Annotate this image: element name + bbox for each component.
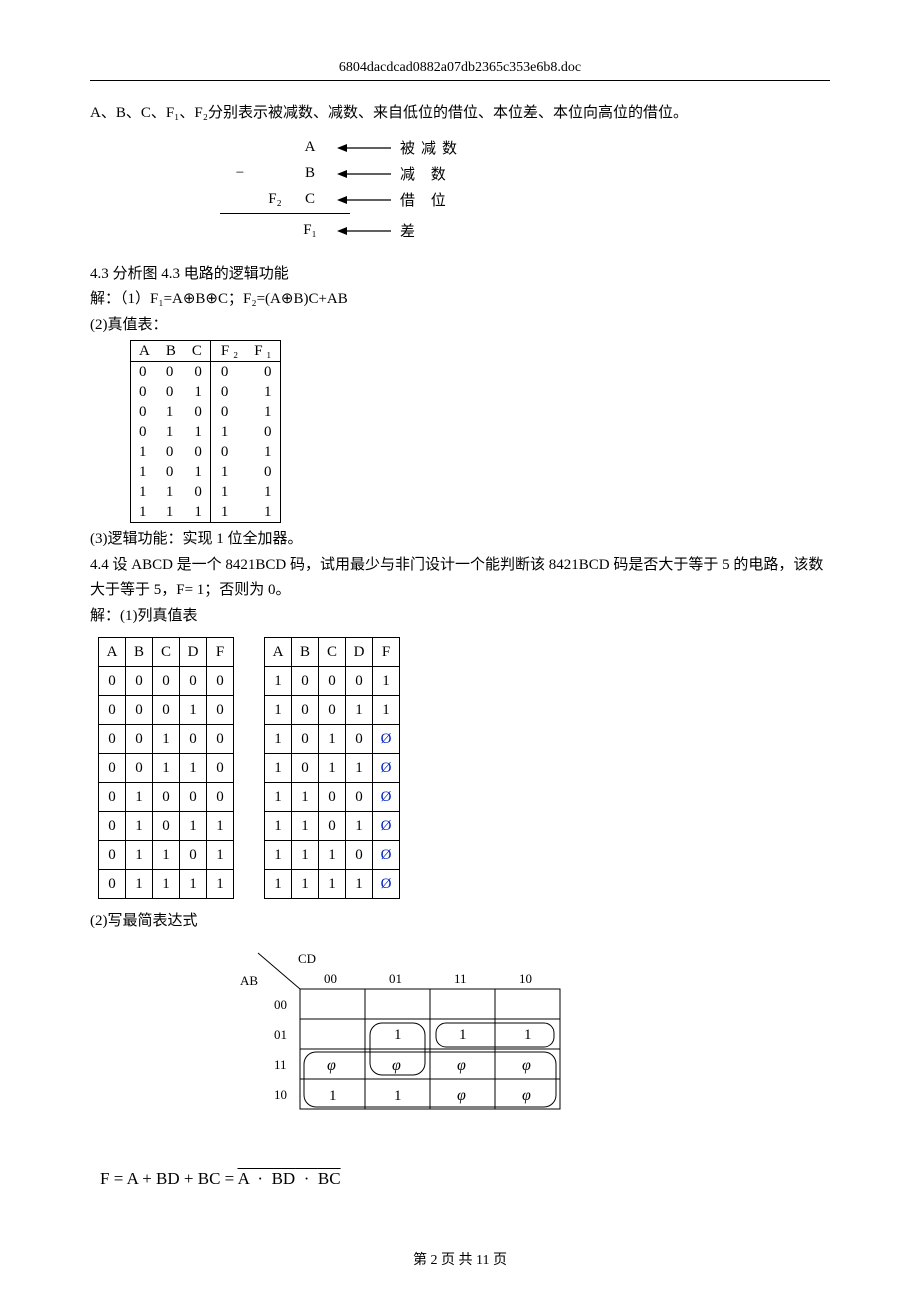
sec-4-4-title: 4.4 设 ABCD 是一个 8421BCD 码，试用最少与非门设计一个能判断该…: [90, 553, 830, 604]
svg-text:1: 1: [524, 1027, 532, 1043]
svg-text:1: 1: [394, 1088, 402, 1104]
svg-text:φ: φ: [327, 1057, 336, 1074]
kmap-cd-label: CD: [298, 951, 316, 966]
sub-label-subtrahend: 减 数: [400, 163, 480, 184]
svg-text:00: 00: [324, 971, 337, 986]
truth-table-43: A B C F ₂ F ₁ 00000 00101 01001 01110 10…: [130, 340, 281, 523]
intro-text: A、B、C、F₁、F₂分别表示被减数、减数、来自低位的借位、本位差、本位向高位的…: [90, 101, 830, 127]
svg-text:φ: φ: [457, 1087, 466, 1104]
sec-4-3-sub2: (2)真值表：: [90, 313, 830, 339]
svg-text:11: 11: [454, 971, 467, 986]
svg-text:φ: φ: [522, 1087, 531, 1104]
svg-text:01: 01: [389, 971, 402, 986]
svg-text:1: 1: [329, 1088, 337, 1104]
sub-label-minuend: 被减数: [400, 137, 480, 158]
arrow-left-icon: [335, 193, 395, 207]
svg-text:φ: φ: [522, 1057, 531, 1074]
truth-table-44-left: ABCDF 00000 00010 00100 00110 01000 0101…: [98, 637, 234, 899]
arrow-left-icon: [335, 167, 395, 181]
final-formula: F = A + BD + BC = A · BD · BC: [100, 1169, 830, 1189]
sec-4-3-func: (3)逻辑功能：实现 1 位全加器。: [90, 527, 830, 553]
svg-text:10: 10: [274, 1087, 287, 1102]
sec-4-3-eq: 解：（1）F₁=A⊕B⊕C；F₂=(A⊕B)C+AB: [90, 287, 830, 313]
sub-b: B: [290, 165, 330, 182]
truth-table-44-right: ABCDF 10001 10011 1010Ø 1011Ø 1100Ø 1101…: [264, 637, 400, 899]
subtraction-diagram: A 被减数 − B 减 数 F₂ C 借 位 F₁ 差: [220, 135, 830, 244]
subtraction-rule: [220, 213, 350, 214]
svg-text:1: 1: [459, 1027, 467, 1043]
sec-4-3-title: 4.3 分析图 4.3 电路的逻辑功能: [90, 262, 830, 288]
sub-f2: F₂: [260, 191, 290, 208]
sub-label-diff: 差: [400, 220, 480, 241]
svg-text:00: 00: [274, 997, 287, 1012]
sub-label-borrow: 借 位: [400, 189, 480, 210]
sub-f1: F₁: [290, 222, 330, 239]
minus-sign: −: [220, 165, 260, 182]
svg-text:1: 1: [394, 1027, 402, 1043]
sub-c: C: [290, 191, 330, 208]
kmap-svg: CD AB 00 01 11 10 00 01 11 10 1 1 1 φ φ …: [220, 949, 580, 1149]
header-rule: [90, 80, 830, 81]
doc-filename: 6804dacdcad0882a07db2365c353e6b8.doc: [90, 60, 830, 76]
svg-text:01: 01: [274, 1027, 287, 1042]
svg-text:10: 10: [519, 971, 532, 986]
sub-a: A: [290, 139, 330, 156]
sec-4-4-sub2: (2)写最简表达式: [90, 909, 830, 935]
sec-4-4-sub1: 解：(1)列真值表: [90, 604, 830, 630]
arrow-left-icon: [335, 141, 395, 155]
karnaugh-map: CD AB 00 01 11 10 00 01 11 10 1 1 1 φ φ …: [220, 949, 580, 1149]
svg-text:11: 11: [274, 1057, 287, 1072]
svg-text:φ: φ: [392, 1057, 401, 1074]
kmap-ab-label: AB: [240, 973, 258, 988]
svg-text:φ: φ: [457, 1057, 466, 1074]
arrow-left-icon: [335, 224, 395, 238]
page-footer: 第 2 页 共 11 页: [90, 1249, 830, 1269]
